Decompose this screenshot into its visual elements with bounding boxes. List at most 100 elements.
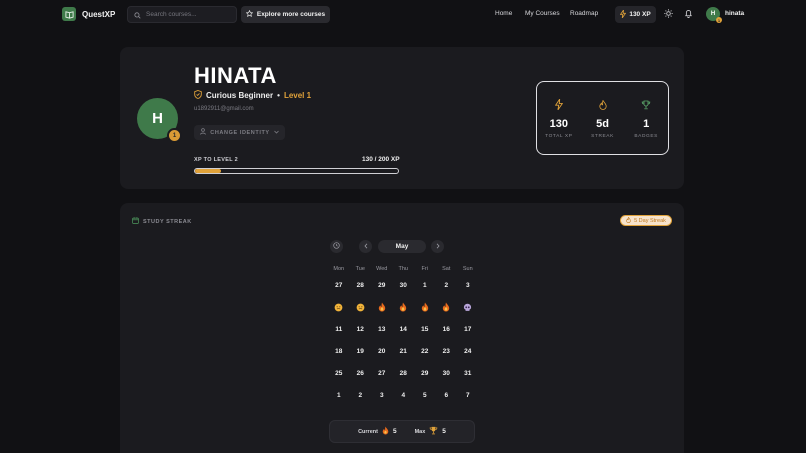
- calendar-day[interactable]: 27: [371, 362, 393, 384]
- skull-icon[interactable]: [457, 296, 479, 318]
- calendar-reset-button[interactable]: [330, 240, 343, 253]
- streak-calendar: Mon Tue Wed Thu Fri Sat Sun 27 28 29 30 1 2 3 11 12 13 14…: [328, 264, 479, 406]
- theme-toggle-button[interactable]: [662, 8, 674, 20]
- trophy-icon: [641, 99, 652, 110]
- calendar-day[interactable]: 6: [436, 384, 458, 406]
- calendar-day[interactable]: 1: [328, 384, 350, 406]
- study-streak-title: STUDY STREAK: [143, 218, 192, 225]
- weekday-label: Sun: [462, 266, 473, 272]
- calendar-day[interactable]: 14: [393, 318, 415, 340]
- star-icon: [245, 9, 254, 19]
- search-box[interactable]: [127, 6, 237, 23]
- explore-label: Explore more courses: [256, 11, 326, 18]
- calendar-day[interactable]: 20: [371, 340, 393, 362]
- rank-title: Curious Beginner: [206, 91, 274, 100]
- calendar-day[interactable]: 5: [414, 384, 436, 406]
- month-label: May: [378, 240, 426, 253]
- xp-counter[interactable]: 130 XP: [615, 6, 656, 23]
- calendar-day[interactable]: 18: [328, 340, 350, 362]
- weekday-label: Thu: [398, 266, 408, 272]
- calendar-day[interactable]: 16: [436, 318, 458, 340]
- calendar-week-row: [328, 296, 479, 318]
- calendar-day[interactable]: 15: [414, 318, 436, 340]
- calendar-day[interactable]: 24: [457, 340, 479, 362]
- calendar-week-row: 1234567: [328, 384, 479, 406]
- notifications-button[interactable]: [682, 8, 694, 20]
- calendar-day[interactable]: 26: [350, 362, 372, 384]
- calendar-day[interactable]: 19: [350, 340, 372, 362]
- calendar-day[interactable]: 22: [414, 340, 436, 362]
- profile-email: u1892911@gmail.com: [194, 106, 254, 112]
- calendar-day[interactable]: 28: [393, 362, 415, 384]
- change-identity-button[interactable]: CHANGE IDENTITY: [194, 125, 285, 140]
- calendar-day[interactable]: 4: [393, 384, 415, 406]
- calendar-day[interactable]: 29: [371, 274, 393, 296]
- explore-courses-button[interactable]: Explore more courses: [241, 6, 330, 23]
- rank-level: Level 1: [283, 91, 312, 100]
- calendar-day[interactable]: 23: [436, 340, 458, 362]
- calendar-day[interactable]: 28: [350, 274, 372, 296]
- person-icon: [200, 128, 207, 137]
- top-navbar: QuestXP Explore more courses Home My Cou…: [0, 0, 806, 29]
- calendar-day[interactable]: 7: [457, 384, 479, 406]
- calendar-day[interactable]: 2: [436, 274, 458, 296]
- calendar-day[interactable]: 27: [328, 274, 350, 296]
- calendar-day[interactable]: 30: [436, 362, 458, 384]
- nav-link-roadmap[interactable]: Roadmap: [570, 10, 598, 17]
- calendar-day[interactable]: 11: [328, 318, 350, 340]
- app-logo[interactable]: QuestXP: [62, 7, 115, 21]
- study-streak-card: STUDY STREAK 5 Day Streak May Mon Tue Wed T…: [120, 203, 684, 453]
- chevron-right-icon: [436, 243, 440, 251]
- fire-icon[interactable]: [414, 296, 436, 318]
- calendar-day[interactable]: 12: [350, 318, 372, 340]
- calendar-day[interactable]: 29: [414, 362, 436, 384]
- calendar-week-row: 27 28 29 30 1 2 3: [328, 274, 479, 296]
- bell-icon: [684, 5, 693, 23]
- search-input[interactable]: [146, 11, 236, 18]
- stat-streak-label: STREAK: [591, 134, 614, 139]
- calendar-day[interactable]: 21: [393, 340, 415, 362]
- smiley-face-icon[interactable]: [350, 296, 372, 318]
- fire-icon[interactable]: [371, 296, 393, 318]
- chevron-down-icon: [273, 130, 279, 136]
- calendar-day[interactable]: 25: [328, 362, 350, 384]
- weekday-label: Mon: [333, 266, 345, 272]
- weekday-label: Wed: [376, 266, 388, 272]
- streak-summary: Current 5 Max 5: [329, 420, 475, 443]
- calendar-day[interactable]: 3: [371, 384, 393, 406]
- fire-icon[interactable]: [393, 296, 415, 318]
- rank-separator: •: [277, 91, 280, 100]
- profile-level-badge: 1: [167, 128, 182, 143]
- calendar-day[interactable]: 1: [414, 274, 436, 296]
- weekday-label: Fri: [421, 266, 428, 272]
- streak-days-label: 5 Day Streak: [634, 217, 666, 224]
- stat-streak: 5d STREAK: [581, 82, 625, 154]
- trophy-icon: [429, 426, 438, 437]
- user-avatar[interactable]: H 1: [706, 7, 722, 23]
- nav-link-home[interactable]: Home: [495, 10, 512, 17]
- user-avatar-initial: H: [710, 11, 716, 17]
- xp-progress-fill: [195, 169, 222, 173]
- username-label[interactable]: hinata: [725, 10, 744, 17]
- previous-month-button[interactable]: [359, 240, 372, 253]
- next-month-button[interactable]: [431, 240, 444, 253]
- calendar-day[interactable]: 13: [371, 318, 393, 340]
- nav-link-my-courses[interactable]: My Courses: [525, 10, 560, 17]
- stat-badges-value: 1: [643, 118, 650, 130]
- fire-icon[interactable]: [436, 296, 458, 318]
- smiley-face-icon[interactable]: [328, 296, 350, 318]
- weekday-header-row: Mon Tue Wed Thu Fri Sat Sun: [328, 264, 479, 274]
- current-streak: Current 5: [358, 426, 397, 437]
- calendar-day[interactable]: 3: [457, 274, 479, 296]
- calendar-day[interactable]: 30: [393, 274, 415, 296]
- flame-icon: [597, 99, 608, 110]
- calendar-day[interactable]: 2: [350, 384, 372, 406]
- calendar-day[interactable]: 31: [457, 362, 479, 384]
- study-streak-header: STUDY STREAK: [132, 217, 192, 226]
- current-streak-value: 5: [392, 428, 397, 435]
- xp-counter-value: 130 XP: [629, 11, 651, 18]
- calendar-day[interactable]: 17: [457, 318, 479, 340]
- search-icon: [134, 6, 141, 24]
- lightning-icon: [620, 9, 627, 20]
- profile-name: HINATA: [194, 63, 277, 88]
